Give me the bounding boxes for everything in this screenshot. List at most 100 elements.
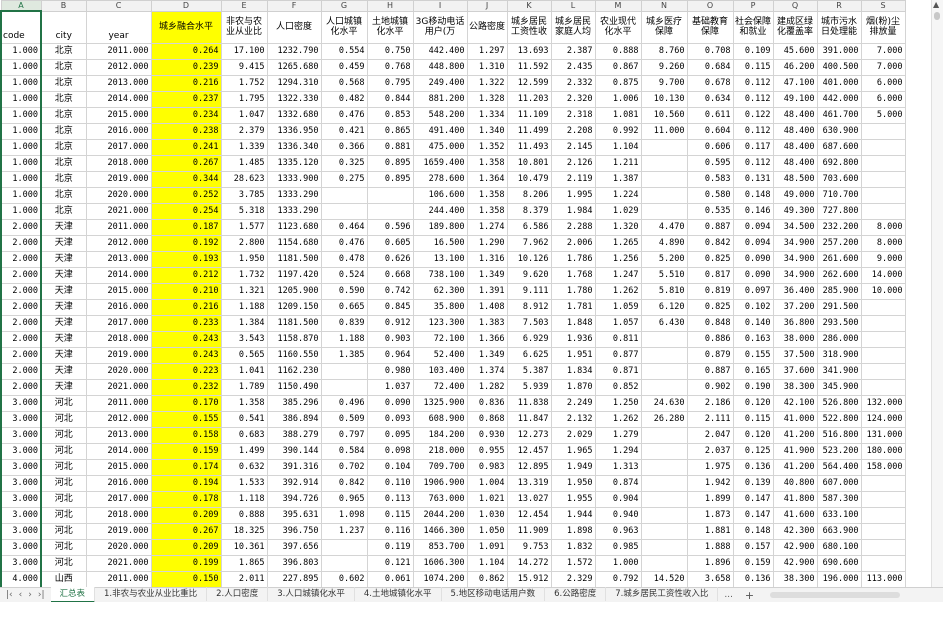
table-cell[interactable]: 345.900: [816, 379, 862, 396]
table-cell[interactable]: 2016.000: [85, 299, 152, 316]
table-cell[interactable]: [860, 523, 906, 540]
table-cell[interactable]: 12.599: [506, 75, 552, 92]
table-cell[interactable]: 1.000: [0, 91, 42, 108]
field-header-cell[interactable]: code: [0, 10, 42, 44]
table-cell[interactable]: 0.819: [686, 283, 734, 300]
table-cell[interactable]: 0.496: [320, 395, 368, 412]
table-cell[interactable]: 0.811: [594, 331, 642, 348]
table-cell[interactable]: [640, 363, 688, 380]
table-cell[interactable]: 49.100: [772, 91, 818, 108]
field-header-cell[interactable]: 建成区绿化覆盖率: [772, 10, 818, 44]
table-cell[interactable]: 0.216: [150, 299, 222, 316]
table-cell[interactable]: 131.000: [860, 427, 906, 444]
table-cell[interactable]: 0.879: [686, 347, 734, 364]
table-cell[interactable]: 1.104: [594, 139, 642, 156]
column-letter-n[interactable]: N: [640, 0, 688, 12]
table-cell[interactable]: 1.950: [550, 475, 596, 492]
table-cell[interactable]: 633.100: [816, 507, 862, 524]
table-cell[interactable]: 5.810: [640, 283, 688, 300]
table-cell[interactable]: 0.568: [320, 75, 368, 92]
table-cell[interactable]: 2013.000: [85, 251, 152, 268]
table-cell[interactable]: 北京: [40, 107, 87, 124]
table-cell[interactable]: 1.340: [466, 123, 508, 140]
table-cell[interactable]: 1.408: [466, 299, 508, 316]
table-cell[interactable]: 442.400: [412, 43, 468, 60]
table-cell[interactable]: 2.000: [0, 235, 42, 252]
field-header-cell[interactable]: 城乡居民家庭人均: [550, 10, 596, 44]
table-cell[interactable]: 318.900: [816, 347, 862, 364]
sheet-tab[interactable]: 3.人口城镇化水平: [268, 587, 355, 601]
table-cell[interactable]: [320, 203, 368, 220]
table-cell[interactable]: 703.600: [816, 171, 862, 188]
table-cell[interactable]: 1335.120: [266, 155, 322, 172]
table-cell[interactable]: 1294.310: [266, 75, 322, 92]
table-cell[interactable]: 2015.000: [85, 459, 152, 476]
table-cell[interactable]: [640, 475, 688, 492]
table-cell[interactable]: 1.950: [220, 251, 268, 268]
table-cell[interactable]: 0.093: [366, 411, 414, 428]
table-cell[interactable]: 0.115: [732, 411, 774, 428]
table-cell[interactable]: 448.800: [412, 59, 468, 76]
table-cell[interactable]: 0.146: [732, 203, 774, 220]
table-cell[interactable]: 1.984: [550, 203, 596, 220]
table-cell[interactable]: 9.700: [640, 75, 688, 92]
table-cell[interactable]: 1158.870: [266, 331, 322, 348]
table-cell[interactable]: 北京: [40, 91, 87, 108]
table-cell[interactable]: 5.200: [640, 251, 688, 268]
table-cell[interactable]: 0.170: [150, 395, 222, 412]
table-cell[interactable]: 0.839: [320, 315, 368, 332]
table-cell[interactable]: 1606.300: [412, 555, 468, 572]
table-cell[interactable]: 1.321: [220, 283, 268, 300]
table-cell[interactable]: 1.000: [0, 203, 42, 220]
table-cell[interactable]: 2.186: [686, 395, 734, 412]
table-cell[interactable]: [640, 555, 688, 572]
table-cell[interactable]: 0.797: [320, 427, 368, 444]
table-cell[interactable]: 1.781: [550, 299, 596, 316]
next-sheet-icon[interactable]: ›: [28, 590, 32, 600]
table-cell[interactable]: 1.349: [466, 267, 508, 284]
table-cell[interactable]: 2.029: [550, 427, 596, 444]
table-cell[interactable]: 0.150: [150, 571, 222, 587]
table-cell[interactable]: 8.000: [860, 235, 906, 252]
table-cell[interactable]: 0.212: [150, 267, 222, 284]
table-cell[interactable]: 0.209: [150, 507, 222, 524]
table-cell[interactable]: 34.500: [772, 219, 818, 236]
table-cell[interactable]: 1.211: [594, 155, 642, 172]
column-letter-m[interactable]: M: [594, 0, 642, 12]
table-cell[interactable]: [640, 347, 688, 364]
table-cell[interactable]: 9.111: [506, 283, 552, 300]
table-cell[interactable]: 0.605: [366, 235, 414, 252]
table-cell[interactable]: 0.243: [150, 347, 222, 364]
table-cell[interactable]: 10.000: [860, 283, 906, 300]
table-cell[interactable]: 1.104: [466, 555, 508, 572]
table-cell[interactable]: 1.366: [466, 331, 508, 348]
sheet-tab[interactable]: 1.非农与农业从业比重比: [95, 587, 208, 601]
table-cell[interactable]: [860, 475, 906, 492]
table-cell[interactable]: 0.963: [594, 523, 642, 540]
table-cell[interactable]: 385.296: [266, 395, 322, 412]
table-cell[interactable]: 3.000: [0, 459, 42, 476]
table-cell[interactable]: 4.890: [640, 235, 688, 252]
table-cell[interactable]: 1.387: [594, 171, 642, 188]
table-cell[interactable]: 0.112: [732, 123, 774, 140]
table-cell[interactable]: 3.000: [0, 539, 42, 556]
table-cell[interactable]: 1.000: [0, 59, 42, 76]
table-cell[interactable]: 0.895: [366, 155, 414, 172]
table-cell[interactable]: 2.318: [550, 107, 596, 124]
table-cell[interactable]: 1.041: [220, 363, 268, 380]
column-letter-k[interactable]: K: [506, 0, 552, 12]
table-cell[interactable]: 48.500: [772, 171, 818, 188]
table-cell[interactable]: 0.606: [686, 139, 734, 156]
table-cell[interactable]: 0.131: [732, 171, 774, 188]
table-cell[interactable]: 0.264: [150, 43, 222, 60]
table-cell[interactable]: [860, 379, 906, 396]
table-cell[interactable]: 2015.000: [85, 283, 152, 300]
table-cell[interactable]: 0.122: [732, 107, 774, 124]
table-cell[interactable]: 291.500: [816, 299, 862, 316]
table-cell[interactable]: [860, 171, 906, 188]
table-cell[interactable]: 38.300: [772, 571, 818, 587]
table-cell[interactable]: 48.400: [772, 123, 818, 140]
table-cell[interactable]: 1.384: [220, 315, 268, 332]
table-cell[interactable]: 3.658: [686, 571, 734, 587]
table-cell[interactable]: 0.626: [366, 251, 414, 268]
